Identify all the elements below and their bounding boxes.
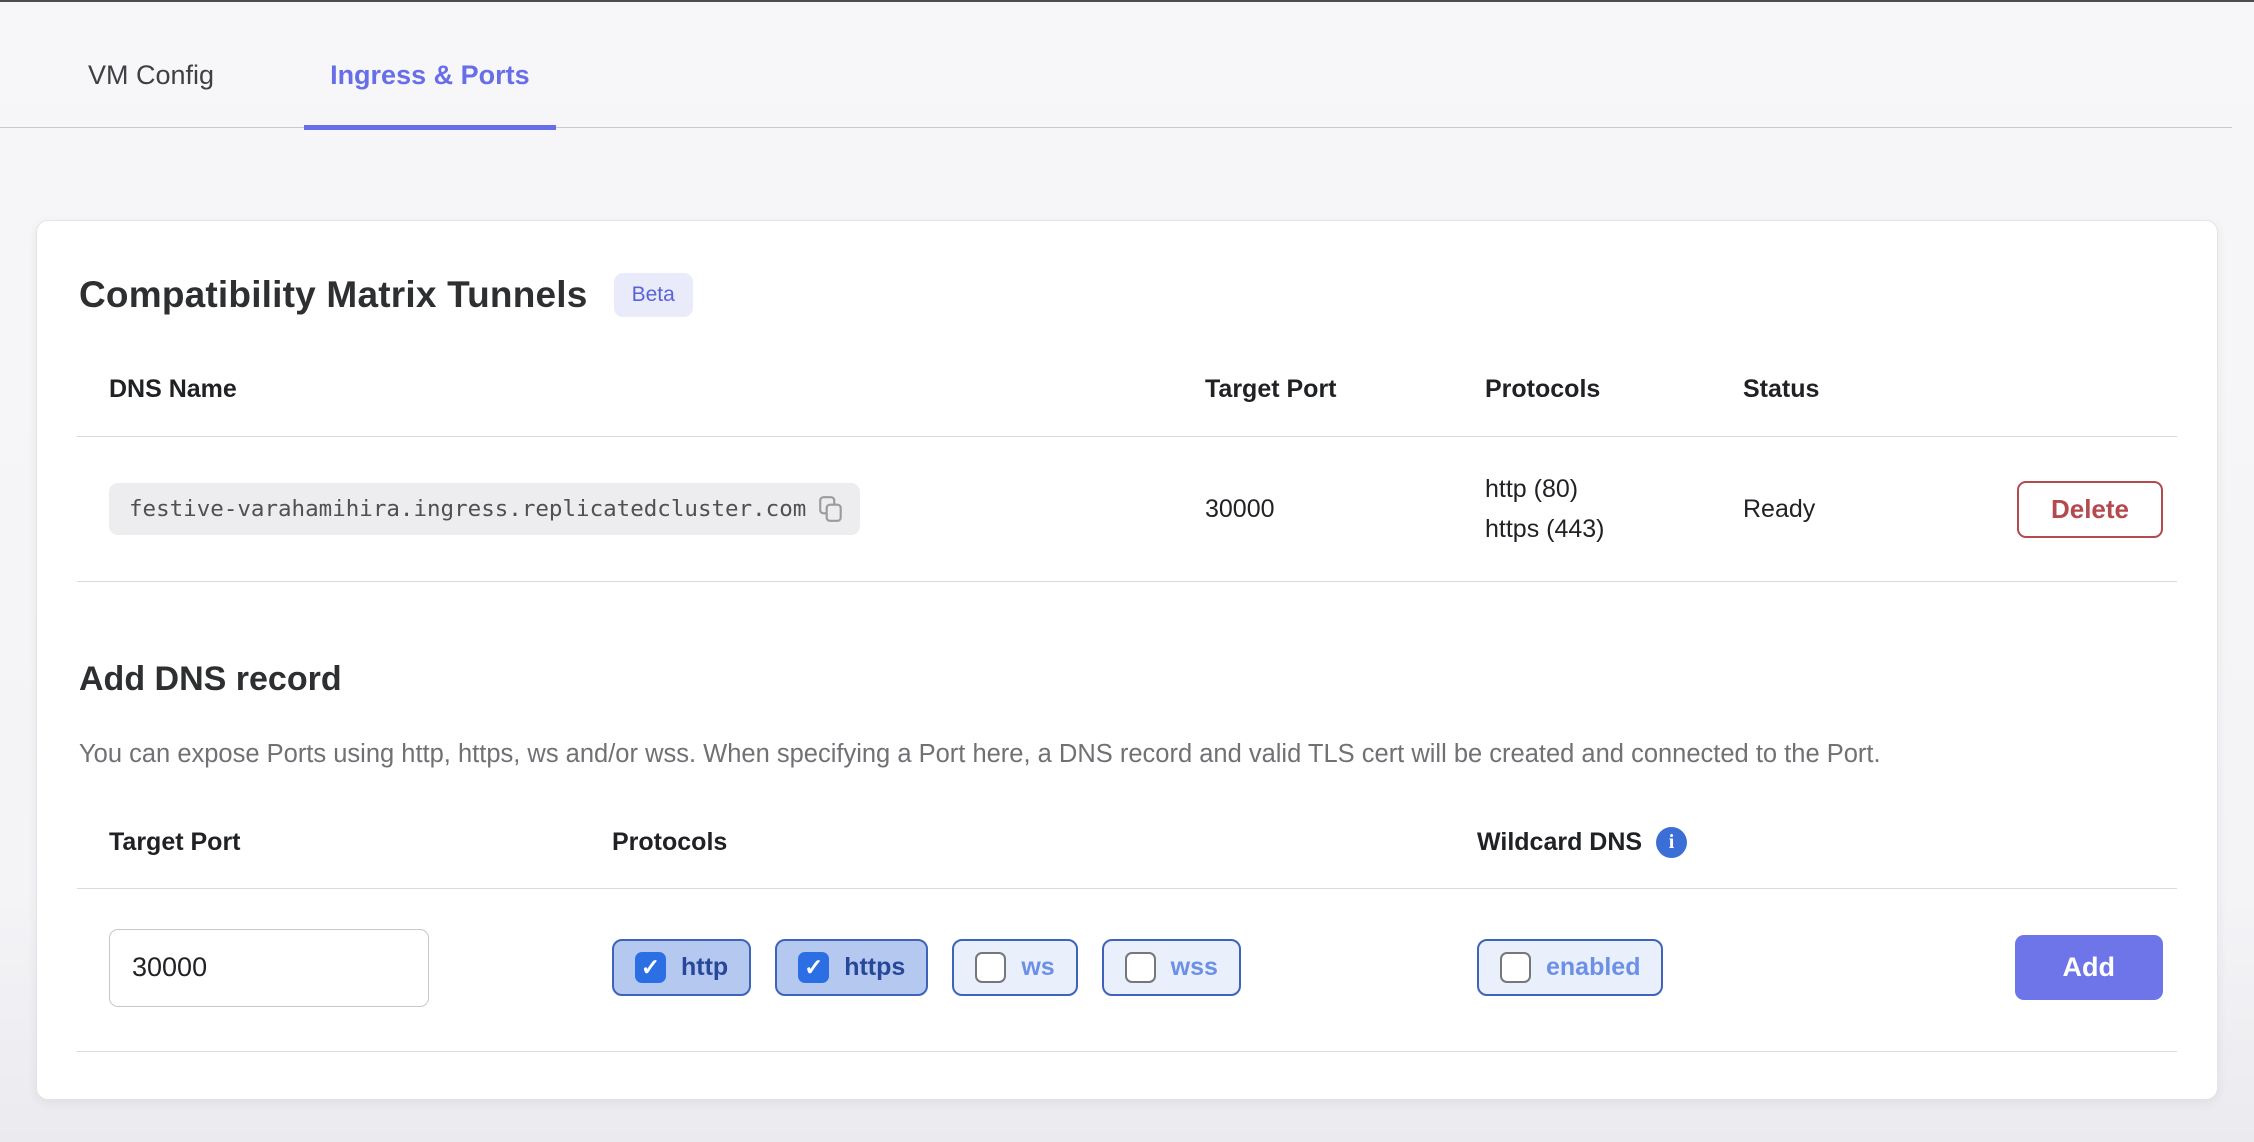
status-cell: Ready <box>1743 495 2005 524</box>
dns-name-cell: festive-varahamihira.ingress.replicatedc… <box>77 483 1205 535</box>
column-header-protocols: Protocols <box>1485 375 1743 404</box>
form-header-wildcard-dns: Wildcard DNS i <box>1477 827 2005 858</box>
delete-button[interactable]: Delete <box>2017 481 2163 538</box>
checkbox-icon <box>635 952 666 983</box>
add-dns-form-header: Target Port Protocols Wildcard DNS i <box>77 827 2177 889</box>
tab-vm-config[interactable]: VM Config <box>62 2 240 130</box>
beta-badge: Beta <box>614 273 693 317</box>
tunnels-table-header: DNS Name Target Port Protocols Status <box>77 375 2177 437</box>
tab-ingress-ports[interactable]: Ingress & Ports <box>304 2 556 130</box>
wildcard-dns-label: Wildcard DNS <box>1477 828 1642 857</box>
compatibility-matrix-tunnels-card: Compatibility Matrix Tunnels Beta DNS Na… <box>36 220 2218 1100</box>
form-header-protocols: Protocols <box>612 828 1477 857</box>
info-icon[interactable]: i <box>1656 827 1687 858</box>
protocol-https: https (443) <box>1485 509 1743 549</box>
checkbox-icon <box>1125 952 1156 983</box>
tab-bar: VM Config Ingress & Ports <box>0 2 2232 128</box>
table-row: festive-varahamihira.ingress.replicatedc… <box>77 437 2177 582</box>
checkbox-icon <box>1500 952 1531 983</box>
dns-name-pill: festive-varahamihira.ingress.replicatedc… <box>109 483 860 535</box>
column-header-dns-name: DNS Name <box>77 375 1205 404</box>
copy-icon[interactable] <box>818 495 844 523</box>
protocol-checkbox-wss[interactable]: wss <box>1102 939 1241 996</box>
add-dns-form-row: http https ws wss enabled Add <box>77 889 2177 1052</box>
add-dns-record-description: You can expose Ports using http, https, … <box>77 735 2147 775</box>
dns-name-value: festive-varahamihira.ingress.replicatedc… <box>129 496 806 522</box>
protocol-checkbox-ws[interactable]: ws <box>952 939 1077 996</box>
protocol-checkbox-label: wss <box>1171 953 1218 982</box>
card-title-row: Compatibility Matrix Tunnels Beta <box>77 273 2177 317</box>
wildcard-enabled-checkbox[interactable]: enabled <box>1477 939 1663 996</box>
wildcard-checkbox-label: enabled <box>1546 953 1640 982</box>
protocol-checkbox-label: ws <box>1021 953 1054 982</box>
protocol-checkbox-label: http <box>681 953 728 982</box>
add-dns-record-heading: Add DNS record <box>77 660 2177 699</box>
target-port-cell: 30000 <box>1205 495 1485 524</box>
form-header-target-port: Target Port <box>77 828 612 857</box>
protocols-field-cell: http https ws wss <box>612 939 1477 996</box>
target-port-field-cell <box>77 929 612 1007</box>
protocols-cell: http (80) https (443) <box>1485 469 1743 549</box>
page-title: Compatibility Matrix Tunnels <box>79 274 588 316</box>
column-header-target-port: Target Port <box>1205 375 1485 404</box>
add-button[interactable]: Add <box>2015 935 2163 1000</box>
target-port-input[interactable] <box>109 929 429 1007</box>
protocol-checkbox-label: https <box>844 953 905 982</box>
protocol-checkbox-https[interactable]: https <box>775 939 928 996</box>
checkbox-icon <box>975 952 1006 983</box>
protocol-http: http (80) <box>1485 469 1743 509</box>
protocol-checkbox-http[interactable]: http <box>612 939 751 996</box>
checkbox-icon <box>798 952 829 983</box>
column-header-status: Status <box>1743 375 2005 404</box>
wildcard-dns-field-cell: enabled <box>1477 939 2005 996</box>
